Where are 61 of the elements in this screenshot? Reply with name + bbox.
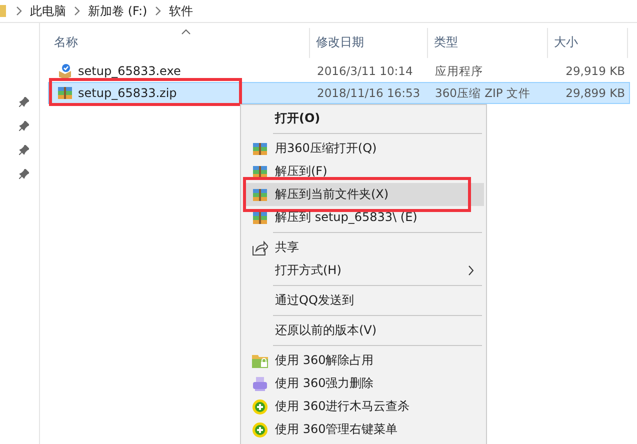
file-size: 29,919 KB: [564, 64, 626, 78]
menu-label: 使用 360进行木马云查杀: [275, 398, 410, 415]
pin-icon[interactable]: [18, 121, 28, 131]
chevron-icon: [155, 6, 162, 16]
shredder-icon: [252, 376, 268, 392]
menu-label: 解压到(F): [275, 163, 328, 180]
plus-shield-icon: [252, 422, 268, 438]
menu-label: 用360压缩打开(Q): [275, 140, 377, 157]
menu-item[interactable]: 使用 360解除占用: [243, 349, 484, 372]
pin-icon[interactable]: [18, 97, 28, 107]
menu-item[interactable]: 解压到 setup_65833\ (E): [243, 206, 484, 229]
installer-icon: [57, 63, 73, 79]
file-name: setup_65833.exe: [78, 64, 181, 78]
breadcrumb-item[interactable]: 新加卷 (F:): [88, 2, 148, 20]
menu-label: 解压到当前文件夹(X): [275, 186, 389, 203]
archive-icon: [57, 85, 73, 101]
menu-label: 共享: [275, 239, 299, 256]
file-row[interactable]: setup_65833.zip 2018/11/16 16:53 360压缩 ZIP 文件 29,899 KB: [48, 82, 630, 104]
menu-label: 解压到 setup_65833\ (E): [275, 209, 418, 226]
menu-label: 通过QQ发送到: [275, 292, 354, 309]
share-icon: [252, 240, 268, 256]
file-row[interactable]: setup_65833.exe 2016/3/11 10:14 应用程序 29,919 KB: [48, 60, 630, 82]
menu-item[interactable]: 共享: [243, 236, 484, 259]
menu-item[interactable]: 解压到(F): [243, 160, 484, 183]
menu-item[interactable]: 解压到当前文件夹(X): [243, 183, 484, 206]
column-header[interactable]: 类型: [428, 28, 548, 58]
menu-item[interactable]: 使用 360进行木马云查杀: [243, 395, 484, 418]
menu-item[interactable]: 打开方式(H): [243, 259, 484, 282]
column-header[interactable]: 修改日期: [310, 28, 428, 58]
file-date: 2016/3/11 10:14: [316, 64, 414, 78]
menu-item[interactable]: 打开(O): [243, 107, 484, 130]
file-date: 2018/11/16 16:53: [316, 86, 422, 100]
menu-item[interactable]: 使用 360管理右键菜单: [243, 418, 484, 441]
archive-icon: [252, 186, 268, 202]
chevron-icon: [74, 6, 80, 16]
breadcrumb-item[interactable]: 此电脑: [30, 2, 66, 20]
menu-label: 打开方式(H): [275, 262, 342, 279]
column-header[interactable]: 名称: [48, 28, 310, 58]
menu-label: 使用 360管理右键菜单: [275, 421, 398, 438]
file-name: setup_65833.zip: [78, 86, 177, 100]
file-type: 360压缩 ZIP 文件: [434, 86, 532, 100]
pin-icon[interactable]: [18, 169, 28, 179]
folder-lock-icon: [252, 352, 268, 368]
menu-label: 使用 360强力删除: [275, 375, 374, 392]
archive-icon: [252, 164, 268, 180]
file-type: 应用程序: [434, 64, 484, 78]
file-size: 29,899 KB: [564, 86, 626, 100]
menu-label: 使用 360解除占用: [275, 352, 374, 369]
menu-label: 打开(O): [275, 110, 320, 127]
plus-shield-icon: [252, 398, 268, 414]
breadcrumb-item[interactable]: 软件: [169, 2, 194, 20]
menu-item[interactable]: 还原以前的版本(V): [243, 319, 484, 342]
menu-label: 还原以前的版本(V): [275, 322, 377, 339]
chevron-icon: [16, 6, 22, 16]
archive-icon: [252, 210, 268, 226]
menu-item[interactable]: 使用 360强力删除: [243, 372, 484, 395]
pin-icon[interactable]: [18, 145, 28, 155]
archive-icon: [252, 140, 268, 156]
menu-item[interactable]: 通过QQ发送到: [243, 289, 484, 312]
column-header[interactable]: 大小: [548, 28, 628, 58]
menu-item[interactable]: 用360压缩打开(Q): [243, 137, 484, 160]
